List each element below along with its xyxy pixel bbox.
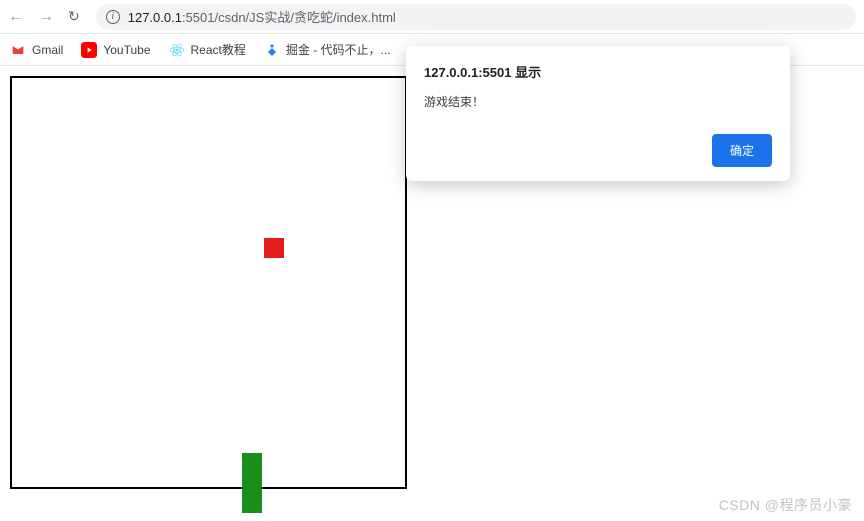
youtube-icon [81,42,97,58]
bookmark-juejin[interactable]: 掘金 - 代码不止，... [264,41,391,58]
bookmark-gmail[interactable]: Gmail [10,42,63,58]
url-text: 127.0.0.1:5501/csdn/JS实战/贪吃蛇/index.html [128,7,396,26]
snake-body [242,453,262,513]
browser-toolbar: ← → ↻ i 127.0.0.1:5501/csdn/JS实战/贪吃蛇/ind… [0,0,864,34]
bookmark-react[interactable]: React教程 [169,41,246,58]
nav-controls: ← → ↻ [8,8,80,26]
alert-title: 127.0.0.1:5501 显示 [424,62,772,81]
food-block [264,238,284,258]
alert-dialog: 127.0.0.1:5501 显示 游戏结束！ 确定 [406,46,790,181]
reload-button[interactable]: ↻ [68,8,80,25]
gmail-icon [10,42,26,58]
forward-button[interactable]: → [38,8,54,26]
address-bar[interactable]: i 127.0.0.1:5501/csdn/JS实战/贪吃蛇/index.htm… [96,4,856,30]
url-host: 127.0.0.1 [128,10,182,25]
watermark: CSDN @程序员小豪 [719,495,852,515]
url-path: :5501/csdn/JS实战/贪吃蛇/index.html [182,10,396,25]
alert-message: 游戏结束！ [424,93,772,110]
bookmark-label: 掘金 - 代码不止，... [286,41,391,58]
bookmark-label: React教程 [191,41,246,58]
bookmark-youtube[interactable]: YouTube [81,42,150,58]
game-board[interactable] [10,76,407,489]
react-icon [169,42,185,58]
juejin-icon [264,42,280,58]
bookmark-label: YouTube [103,43,150,57]
bookmark-label: Gmail [32,43,63,57]
alert-confirm-button[interactable]: 确定 [712,134,772,167]
back-button[interactable]: ← [8,8,24,26]
site-info-icon[interactable]: i [106,10,120,24]
alert-actions: 确定 [424,134,772,167]
